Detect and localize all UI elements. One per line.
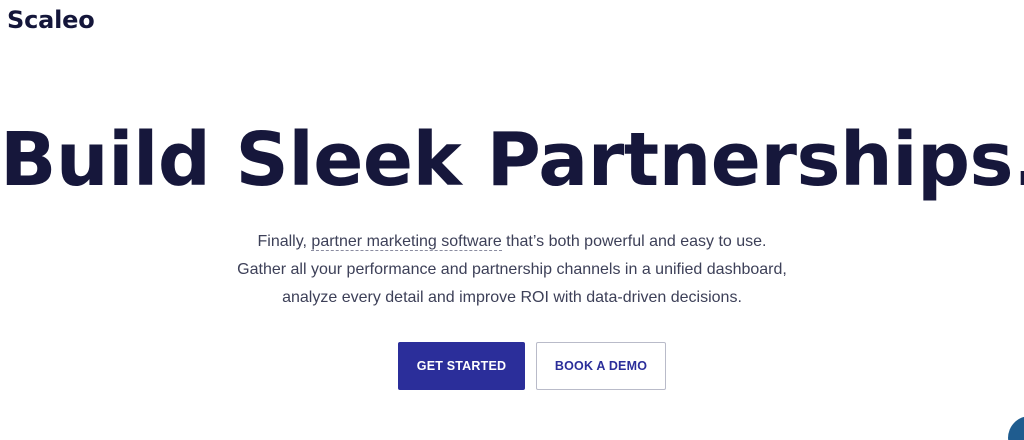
- get-started-button[interactable]: GET STARTED: [398, 342, 525, 390]
- partner-marketing-software-link[interactable]: partner marketing software: [311, 233, 502, 251]
- book-a-demo-button[interactable]: BOOK A DEMO: [536, 342, 666, 390]
- hero-subtitle-line-3: analyze every detail and improve ROI wit…: [282, 289, 742, 306]
- cta-row: GET STARTED BOOK A DEMO: [398, 342, 666, 390]
- subtitle-suffix: that’s both powerful and easy to use.: [501, 233, 767, 250]
- chat-bubble-icon[interactable]: [1008, 416, 1024, 440]
- hero-title: Build Sleek Partnerships.: [0, 117, 1024, 203]
- logo[interactable]: Scaleo: [7, 6, 95, 34]
- subtitle-prefix: Finally,: [257, 233, 312, 250]
- hero-subtitle: Finally, partner marketing software that…: [0, 228, 1024, 312]
- hero-subtitle-line-2: Gather all your performance and partners…: [237, 261, 787, 278]
- hero-subtitle-line-1: Finally, partner marketing software that…: [0, 228, 1024, 256]
- landing-page: Scaleo Build Sleek Partnerships. Finally…: [0, 0, 1024, 440]
